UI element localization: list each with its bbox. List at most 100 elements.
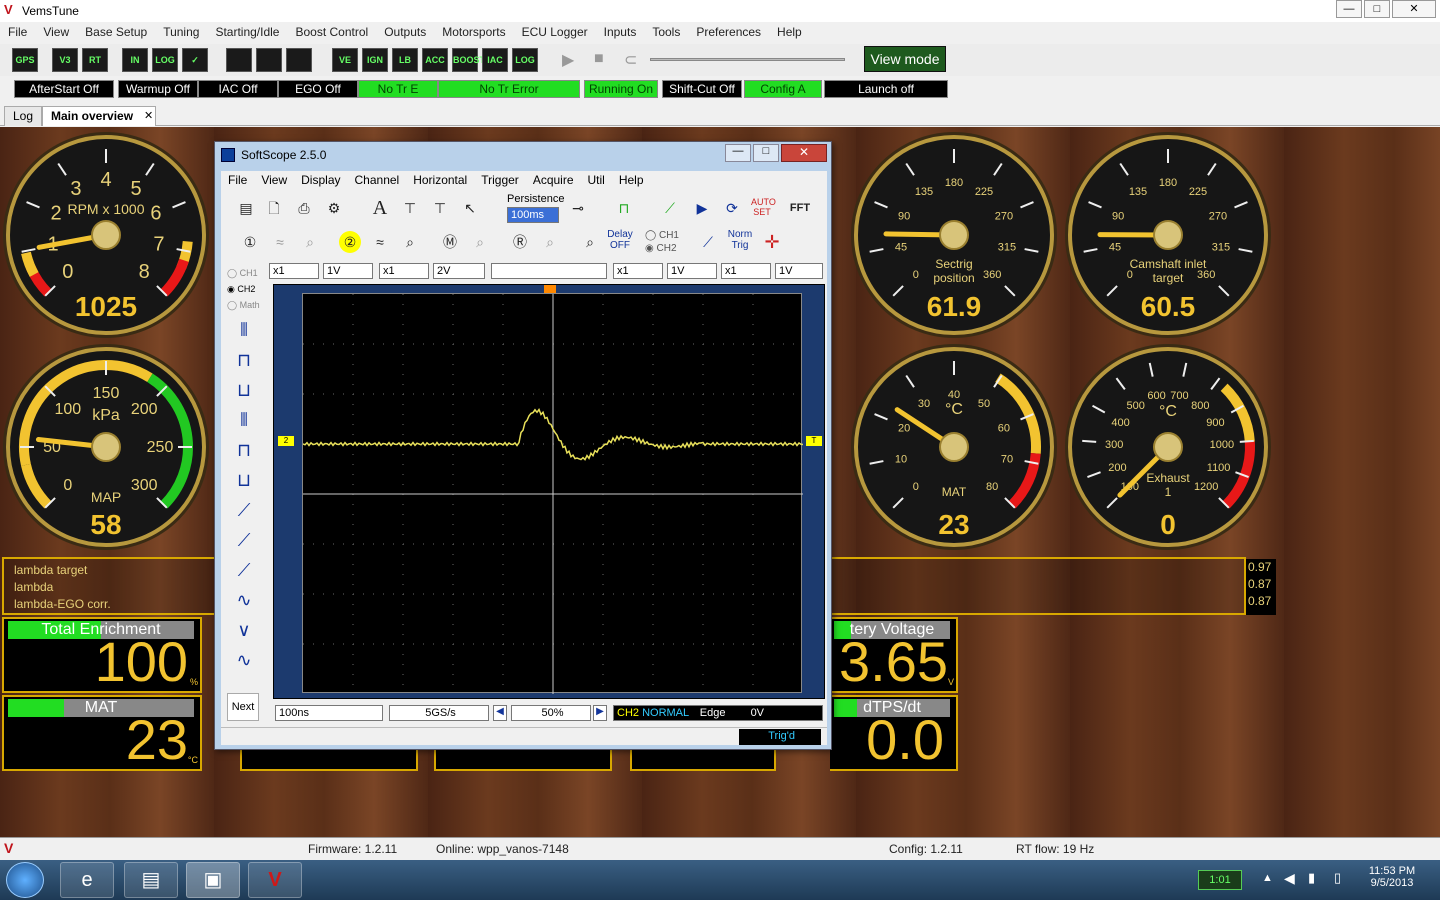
disconnect-icon[interactable]: ⊂ <box>624 50 637 70</box>
menu-item-6[interactable]: Outputs <box>376 22 434 42</box>
waveform-tool-0-icon[interactable]: ⫴ <box>233 319 255 341</box>
menu-item-9[interactable]: Inputs <box>596 22 645 42</box>
toolbar-button-11[interactable]: LB <box>392 48 418 72</box>
toolbar-button-13[interactable]: BOOST <box>452 48 485 72</box>
waveform-tool-8-icon[interactable]: ⟋ <box>233 559 255 581</box>
menu-item-4[interactable]: Starting/Idle <box>207 22 287 42</box>
waveform-tool-6-icon[interactable]: ⟋ <box>233 499 255 521</box>
scope-menu-item-1[interactable]: View <box>254 171 294 189</box>
toolbar-button-8[interactable] <box>286 48 312 72</box>
scope-text-icon[interactable]: A <box>369 197 391 219</box>
menu-item-8[interactable]: ECU Logger <box>514 22 596 42</box>
menu-item-0[interactable]: File <box>0 22 35 42</box>
menu-item-10[interactable]: Tools <box>644 22 688 42</box>
ie-taskbar-icon[interactable]: e <box>60 862 114 898</box>
channel-radio-group[interactable]: ◯ CH1 ◉ CH2 ◯ Math <box>227 265 260 313</box>
ref1-volt-select[interactable]: 1V <box>667 263 717 279</box>
auto-set-button[interactable]: AUTO SET <box>751 197 776 219</box>
ch1-volt-select[interactable]: 1V <box>323 263 373 279</box>
norm-trig-button[interactable]: Norm Trig <box>725 229 755 251</box>
waveform-tool-10-icon[interactable]: ∨ <box>233 619 255 641</box>
scope-menu-item-8[interactable]: Help <box>612 171 651 189</box>
ref2-probe-select[interactable]: x1 <box>721 263 771 279</box>
toolbar-slider[interactable] <box>650 58 845 61</box>
scope-loop-icon[interactable]: ⟳ <box>721 197 743 219</box>
scope-probe-icon[interactable]: ⊸ <box>567 197 589 219</box>
trigger-level-icon[interactable]: ✛ <box>761 231 783 253</box>
toolbar-button-2[interactable]: RT <box>82 48 108 72</box>
trigger-channel-radio[interactable]: ◯ CH1 ◉ CH2 <box>645 229 679 255</box>
toolbar-button-6[interactable] <box>226 48 252 72</box>
scroll-left-button[interactable]: ◀ <box>493 705 507 721</box>
toolbar-button-15[interactable]: LOG VIEW <box>512 48 538 87</box>
scope-menu-item-4[interactable]: Horizontal <box>406 171 474 189</box>
ref1-probe-select[interactable]: x1 <box>613 263 663 279</box>
delay-off-button[interactable]: Delay OFF <box>603 229 637 251</box>
waveform-tool-3-icon[interactable]: ⫴ <box>233 409 255 431</box>
ch2-probe-select[interactable]: x1 <box>379 263 429 279</box>
scope-menu-item-7[interactable]: Util <box>581 171 612 189</box>
ch1-probe-select[interactable]: x1 <box>269 263 319 279</box>
tab-close-icon[interactable]: ✕ <box>144 109 153 122</box>
softscope-taskbar-icon[interactable]: ▣ <box>186 862 240 898</box>
trigger-position-marker[interactable] <box>544 285 556 293</box>
toolbar-button-1[interactable]: V3 <box>52 48 78 72</box>
toolbar-button-14[interactable]: IAC <box>482 48 508 72</box>
battery-tray-indicator[interactable]: 1:01 <box>1198 870 1242 890</box>
scope-cursor2-icon[interactable]: ⊤ <box>429 197 451 219</box>
toolbar-button-5[interactable]: ✓ <box>182 48 208 72</box>
minimize-button[interactable]: — <box>1336 0 1362 18</box>
waveform-tool-7-icon[interactable]: ⟋ <box>233 529 255 551</box>
ch2-wave-icon[interactable]: ≈ <box>369 231 391 253</box>
tray-expand-icon[interactable]: ▲ <box>1262 872 1273 884</box>
scope-settings-icon[interactable]: ⚙ <box>323 197 345 219</box>
toolbar-button-10[interactable]: IGN <box>362 48 388 72</box>
scope-preview-icon[interactable]: 🗋 <box>263 197 285 219</box>
toolbar-button-7[interactable] <box>256 48 282 72</box>
next-button[interactable]: Next <box>227 693 259 721</box>
stop-icon[interactable]: ■ <box>594 50 604 68</box>
menu-item-11[interactable]: Preferences <box>688 22 769 42</box>
clock[interactable]: 11:53 PM 9/5/2013 <box>1360 865 1424 889</box>
scope-menu-item-6[interactable]: Acquire <box>526 171 581 189</box>
waveform-tool-4-icon[interactable]: ⊓ <box>233 439 255 461</box>
scope-print-icon[interactable]: ⎙ <box>293 197 315 219</box>
toolbar-button-0[interactable]: GPS <box>12 48 38 72</box>
waveform-tool-5-icon[interactable]: ⊔ <box>233 469 255 491</box>
maximize-button[interactable]: □ <box>1364 0 1390 18</box>
menu-item-12[interactable]: Help <box>769 22 810 42</box>
scope-maximize-button[interactable]: □ <box>753 144 779 162</box>
network-icon[interactable]: ▮ <box>1308 870 1315 886</box>
ch2-toggle-icon[interactable]: ② <box>339 231 361 253</box>
volume-icon[interactable]: ◀ <box>1284 870 1295 887</box>
view-mode-button[interactable]: View mode <box>864 46 946 72</box>
trigger-edge-icon[interactable]: ⟋ <box>697 231 719 253</box>
toolbar-button-9[interactable]: VE <box>332 48 358 72</box>
math-toggle-icon[interactable]: Ⓜ <box>439 231 461 253</box>
vemstune-taskbar-icon[interactable]: V <box>248 862 302 898</box>
toolbar-button-12[interactable]: ACC <box>422 48 448 72</box>
close-button[interactable]: ✕ <box>1392 0 1436 18</box>
tab-main-overview[interactable]: Main overview <box>42 106 157 126</box>
scope-menu-item-2[interactable]: Display <box>294 171 347 189</box>
explorer-taskbar-icon[interactable]: ▤ <box>124 862 178 898</box>
scope-close-button[interactable]: ✕ <box>781 144 827 162</box>
menu-item-2[interactable]: Base Setup <box>77 22 155 42</box>
start-button[interactable] <box>6 862 44 898</box>
ch1-zoom-icon[interactable]: ⌕ <box>299 231 321 253</box>
scope-menu-item-5[interactable]: Trigger <box>474 171 526 189</box>
ref2-volt-select[interactable]: 1V <box>775 263 823 279</box>
play-icon[interactable]: ▶ <box>562 50 574 70</box>
waveform-tool-9-icon[interactable]: ∿ <box>233 589 255 611</box>
scope-run-icon[interactable]: ▶ <box>691 197 713 219</box>
ch2-volt-select[interactable]: 2V <box>433 263 485 279</box>
ch1-wave-icon[interactable]: ≈ <box>269 231 291 253</box>
ref-toggle-icon[interactable]: Ⓡ <box>509 231 531 253</box>
waveform-tool-2-icon[interactable]: ⊔ <box>233 379 255 401</box>
menu-item-3[interactable]: Tuning <box>155 22 207 42</box>
menu-item-7[interactable]: Motorsports <box>434 22 513 42</box>
waveform-tool-11-icon[interactable]: ∿ <box>233 649 255 671</box>
menu-item-1[interactable]: View <box>35 22 77 42</box>
scope-cursor1-icon[interactable]: ⊤ <box>399 197 421 219</box>
scope-menu-item-0[interactable]: File <box>221 171 254 189</box>
